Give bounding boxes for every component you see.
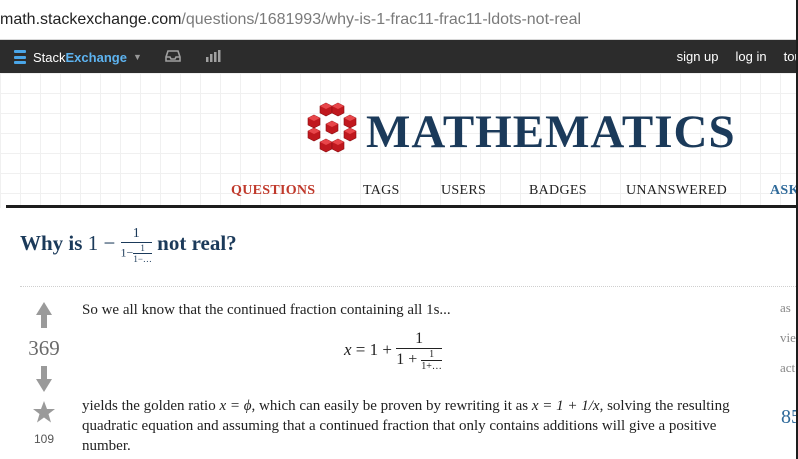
inbox-icon[interactable] <box>164 48 182 64</box>
nav-questions[interactable]: QUESTIONS <box>231 183 315 199</box>
equation-fraction: 1 1 + 1 1+… <box>396 330 442 372</box>
url-host: math.stackexchange.com <box>0 11 182 28</box>
title-suffix: not real? <box>157 230 237 255</box>
url-text[interactable]: math.stackexchange.com/questions/1681993… <box>0 11 581 29</box>
downvote-arrow-icon[interactable] <box>36 366 52 392</box>
sidebar-viewed-label: vie <box>780 330 796 345</box>
title-math: 1 − 1 1− 1 1−… <box>87 226 152 264</box>
stackexchange-topbar: StackExchange ▼ sign up log in tour <box>0 40 798 73</box>
site-header: MATHEMATICS QUESTIONS TAGS USERS BADGES … <box>0 73 798 208</box>
stackexchange-icon <box>14 50 26 64</box>
question-title[interactable]: Why is 1 − 1 1− 1 1−… not real? <box>20 226 237 264</box>
achievements-icon[interactable] <box>204 48 222 64</box>
nav-tags[interactable]: TAGS <box>363 183 400 199</box>
sign-up-link[interactable]: sign up <box>677 49 719 64</box>
post-paragraph-2: yields the golden ratio x = ϕ, which can… <box>82 398 730 454</box>
sidebar-active-label: act <box>780 360 796 375</box>
inline-math-phi: x = ϕ <box>219 398 252 414</box>
nav-ask-question[interactable]: ASK <box>770 183 798 199</box>
chevron-down-icon: ▼ <box>132 52 142 62</box>
nav-badges[interactable]: BADGES <box>529 183 587 199</box>
site-nav: QUESTIONS TAGS USERS BADGES UNANSWERED A… <box>0 180 798 208</box>
favorite-count: 109 <box>33 432 55 446</box>
title-prefix: Why is <box>20 230 83 255</box>
favorite-star-icon[interactable] <box>32 400 56 424</box>
display-equation: x = 1 + 1 1 + 1 1+… <box>344 330 442 372</box>
sidebar-asked-label: as <box>780 300 791 315</box>
header-divider <box>6 205 798 208</box>
log-in-link[interactable]: log in <box>736 49 767 64</box>
mathematics-logo-icon[interactable] <box>306 101 358 153</box>
title-inner-fraction: 1 1−… <box>133 243 152 264</box>
nav-unanswered[interactable]: UNANSWERED <box>626 183 727 199</box>
nav-users[interactable]: USERS <box>441 183 486 199</box>
equation-inner-fraction: 1 1+… <box>421 349 442 372</box>
stackexchange-brand: StackExchange <box>33 49 127 65</box>
vote-count: 369 <box>28 336 60 360</box>
topbar-links: sign up log in tour <box>677 49 798 64</box>
title-divider <box>20 286 798 287</box>
address-bar[interactable]: math.stackexchange.com/questions/1681993… <box>0 0 798 40</box>
title-fraction: 1 1− 1 1−… <box>120 226 152 264</box>
upvote-arrow-icon[interactable] <box>36 302 52 328</box>
post-paragraph-1: So we all know that the continued fracti… <box>82 302 451 318</box>
stackexchange-menu[interactable]: StackExchange ▼ <box>14 48 142 66</box>
inline-math-rewrite: x = 1 + 1/x <box>531 398 600 414</box>
url-path: /questions/1681993/why-is-1-frac11-frac1… <box>181 11 582 28</box>
site-title[interactable]: MATHEMATICS <box>366 105 736 159</box>
